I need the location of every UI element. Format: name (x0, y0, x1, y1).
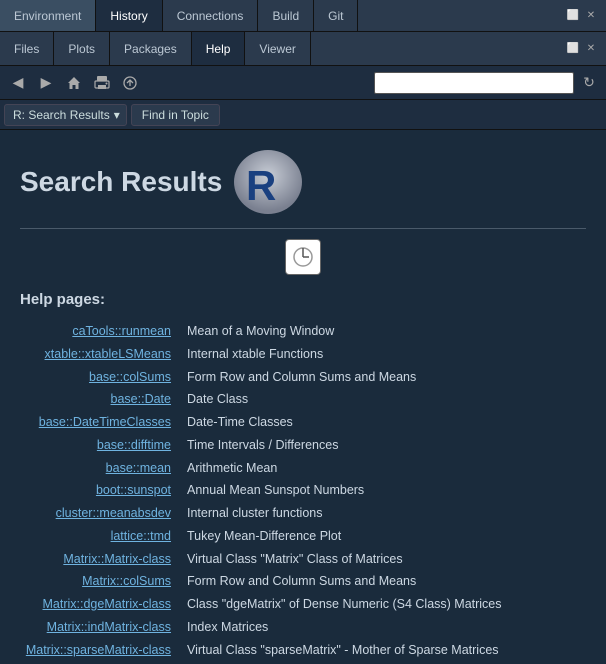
table-row: caTools::runmean Mean of a Moving Window (20, 320, 586, 343)
find-in-topic-button[interactable]: Find in Topic (131, 104, 220, 126)
minimize-button[interactable]: ⬜ (566, 9, 580, 23)
table-row: base::Date Date Class (20, 388, 586, 411)
result-description: Form Row and Column Sums and Means (175, 366, 586, 389)
result-description: Mean of a Moving Window (175, 320, 586, 343)
tab-build[interactable]: Build (258, 0, 314, 31)
tab-plots[interactable]: Plots (54, 32, 110, 65)
result-link-cell[interactable]: cluster::meanabsdev (20, 502, 175, 525)
result-link[interactable]: caTools::runmean (72, 324, 171, 338)
result-description: Internal xtable Functions (175, 343, 586, 366)
refresh-button[interactable]: ↻ (578, 72, 600, 94)
result-link[interactable]: base::difftime (97, 438, 171, 452)
r-logo: R (232, 146, 304, 218)
table-row: base::difftime Time Intervals / Differenc… (20, 434, 586, 457)
heading-row: Search Results R (20, 146, 586, 218)
result-link[interactable]: Matrix::sparseMatrix-class (26, 643, 171, 657)
table-row: base::mean Arithmetic Mean (20, 457, 586, 480)
result-link-cell[interactable]: lattice::tmd (20, 525, 175, 548)
loading-area (20, 239, 586, 275)
svg-text:R: R (246, 162, 276, 209)
table-row: base::colSums Form Row and Column Sums an… (20, 366, 586, 389)
result-description: Arithmetic Mean (175, 457, 586, 480)
publish-button[interactable] (118, 71, 142, 95)
result-description: Annual Mean Sunspot Numbers (175, 479, 586, 502)
table-row: boot::sunspot Annual Mean Sunspot Numbers (20, 479, 586, 502)
table-row: Matrix::colSums Form Row and Column Sums … (20, 570, 586, 593)
table-row: Matrix::Matrix-class Virtual Class "Matri… (20, 548, 586, 571)
result-link-cell[interactable]: Matrix::sparseMatrix-class (20, 639, 175, 662)
tab-connections[interactable]: Connections (163, 0, 259, 31)
result-link[interactable]: Matrix::dgeMatrix-class (43, 597, 172, 611)
result-link[interactable]: base::Date (111, 392, 171, 406)
result-link[interactable]: cluster::meanabsdev (56, 506, 171, 520)
result-description: Class "dgeMatrix" of Dense Numeric (S4 C… (175, 593, 586, 616)
table-row: xtable::xtableLSMeans Internal xtable Fun… (20, 343, 586, 366)
tab-viewer[interactable]: Viewer (245, 32, 310, 65)
result-link-cell[interactable]: Matrix::indMatrix-class (20, 616, 175, 639)
result-link-cell[interactable]: caTools::runmean (20, 320, 175, 343)
tab-help[interactable]: Help (192, 32, 246, 65)
second-tab-bar: Files Plots Packages Help Viewer ⬜ ✕ (0, 32, 606, 66)
result-link[interactable]: boot::sunspot (96, 483, 171, 497)
result-description: Tukey Mean-Difference Plot (175, 525, 586, 548)
result-link-cell[interactable]: xtable::xtableLSMeans (20, 343, 175, 366)
result-description: Virtual Class "Matrix" Class of Matrices (175, 548, 586, 571)
maximize-button[interactable]: ✕ (584, 9, 598, 23)
result-link[interactable]: lattice::tmd (111, 529, 171, 543)
table-row: base::DateTimeClasses Date-Time Classes (20, 411, 586, 434)
breadcrumb-arrow: ▾ (114, 108, 120, 122)
result-description: Internal cluster functions (175, 502, 586, 525)
tab-git[interactable]: Git (314, 0, 358, 31)
back-button[interactable]: ◀ (6, 71, 30, 95)
result-link-cell[interactable]: boot::sunspot (20, 479, 175, 502)
result-link-cell[interactable]: base::colSums (20, 366, 175, 389)
tab-history[interactable]: History (96, 0, 162, 31)
result-description: Date-Time Classes (175, 411, 586, 434)
loading-icon (285, 239, 321, 275)
search-input[interactable] (374, 72, 574, 94)
result-description: Form Row and Column Sums and Means (175, 570, 586, 593)
table-row: cluster::meanabsdev Internal cluster func… (20, 502, 586, 525)
toolbar: ◀ ▶ ↻ (0, 66, 606, 100)
content-area: Search Results R (0, 130, 606, 664)
result-description: Date Class (175, 388, 586, 411)
print-button[interactable] (90, 71, 114, 95)
result-link[interactable]: base::mean (106, 461, 171, 475)
home-button[interactable] (62, 71, 86, 95)
table-row: lattice::tmd Tukey Mean-Difference Plot (20, 525, 586, 548)
help-pages-heading: Help pages: (20, 291, 586, 308)
result-link-cell[interactable]: Matrix::dgeMatrix-class (20, 593, 175, 616)
result-link[interactable]: Matrix::colSums (82, 574, 171, 588)
breadcrumb-label: R: Search Results (13, 108, 110, 122)
divider-top (20, 228, 586, 229)
top-tab-bar: Environment History Connections Build Gi… (0, 0, 606, 32)
result-description: Time Intervals / Differences (175, 434, 586, 457)
page-title: Search Results (20, 166, 222, 198)
tab-packages[interactable]: Packages (110, 32, 192, 65)
result-link[interactable]: xtable::xtableLSMeans (45, 347, 171, 361)
result-link-cell[interactable]: Matrix::colSums (20, 570, 175, 593)
nav-bar: R: Search Results ▾ Find in Topic (0, 100, 606, 130)
result-link[interactable]: base::DateTimeClasses (39, 415, 171, 429)
result-link-cell[interactable]: Matrix::Matrix-class (20, 548, 175, 571)
result-description: Virtual Class "sparseMatrix" - Mother of… (175, 639, 586, 662)
result-link[interactable]: Matrix::indMatrix-class (47, 620, 171, 634)
results-table: caTools::runmeanMean of a Moving Windowx… (20, 320, 586, 664)
result-link-cell[interactable]: base::difftime (20, 434, 175, 457)
result-link-cell[interactable]: base::mean (20, 457, 175, 480)
result-description: Index Matrices (175, 616, 586, 639)
table-row: Matrix::indMatrix-class Index Matrices (20, 616, 586, 639)
result-link-cell[interactable]: base::DateTimeClasses (20, 411, 175, 434)
result-link[interactable]: base::colSums (89, 370, 171, 384)
maximize-button-2[interactable]: ✕ (584, 42, 598, 56)
minimize-button-2[interactable]: ⬜ (566, 42, 580, 56)
result-link-cell[interactable]: base::Date (20, 388, 175, 411)
table-row: Matrix::sparseMatrix-class Virtual Class … (20, 639, 586, 662)
result-link[interactable]: Matrix::Matrix-class (63, 552, 171, 566)
tab-environment[interactable]: Environment (0, 0, 96, 31)
forward-button[interactable]: ▶ (34, 71, 58, 95)
table-row: Matrix::dgeMatrix-classClass "dgeMatrix"… (20, 593, 586, 616)
tab-files[interactable]: Files (0, 32, 54, 65)
breadcrumb[interactable]: R: Search Results ▾ (4, 104, 127, 126)
